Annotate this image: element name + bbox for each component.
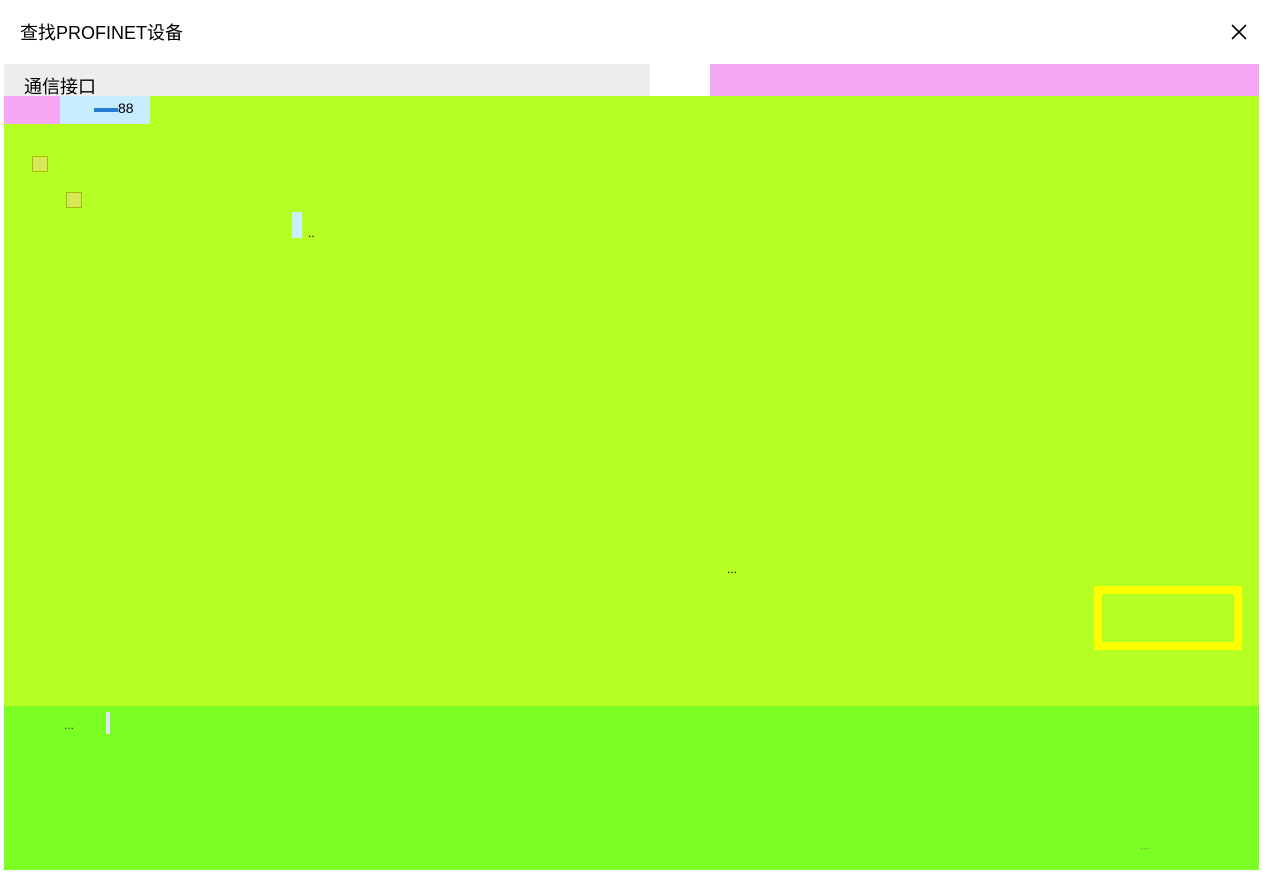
- tree-item-suffix: ..: [308, 226, 315, 240]
- highlighted-action-button[interactable]: [1094, 586, 1242, 650]
- header-garbled-band: [650, 64, 1259, 96]
- status-ellipsis: ...: [727, 562, 738, 576]
- close-button[interactable]: [1221, 14, 1257, 50]
- tree-header-strip: [4, 96, 60, 124]
- close-icon: [1231, 24, 1247, 40]
- title-bar: 查找PROFINET设备: [0, 0, 1263, 64]
- tree-item-selection-marker[interactable]: [292, 212, 302, 238]
- communication-interface-header: 通信接口: [4, 64, 1259, 97]
- tree-root-item[interactable]: 88: [60, 96, 150, 124]
- corner-status-text: ...: [1140, 838, 1151, 852]
- bottom-cursor-bar: [106, 712, 110, 734]
- folder-icon: [32, 156, 48, 172]
- device-icon: [66, 192, 82, 208]
- tree-root-label: 88: [118, 100, 134, 116]
- bottom-panel: [4, 706, 1259, 870]
- tree-root-bar: [94, 108, 118, 112]
- device-tree-panel[interactable]: [4, 96, 1259, 706]
- bottom-status-text: ...: [64, 718, 75, 732]
- dialog-title: 查找PROFINET设备: [20, 23, 184, 43]
- communication-interface-label: 通信接口: [24, 77, 96, 97]
